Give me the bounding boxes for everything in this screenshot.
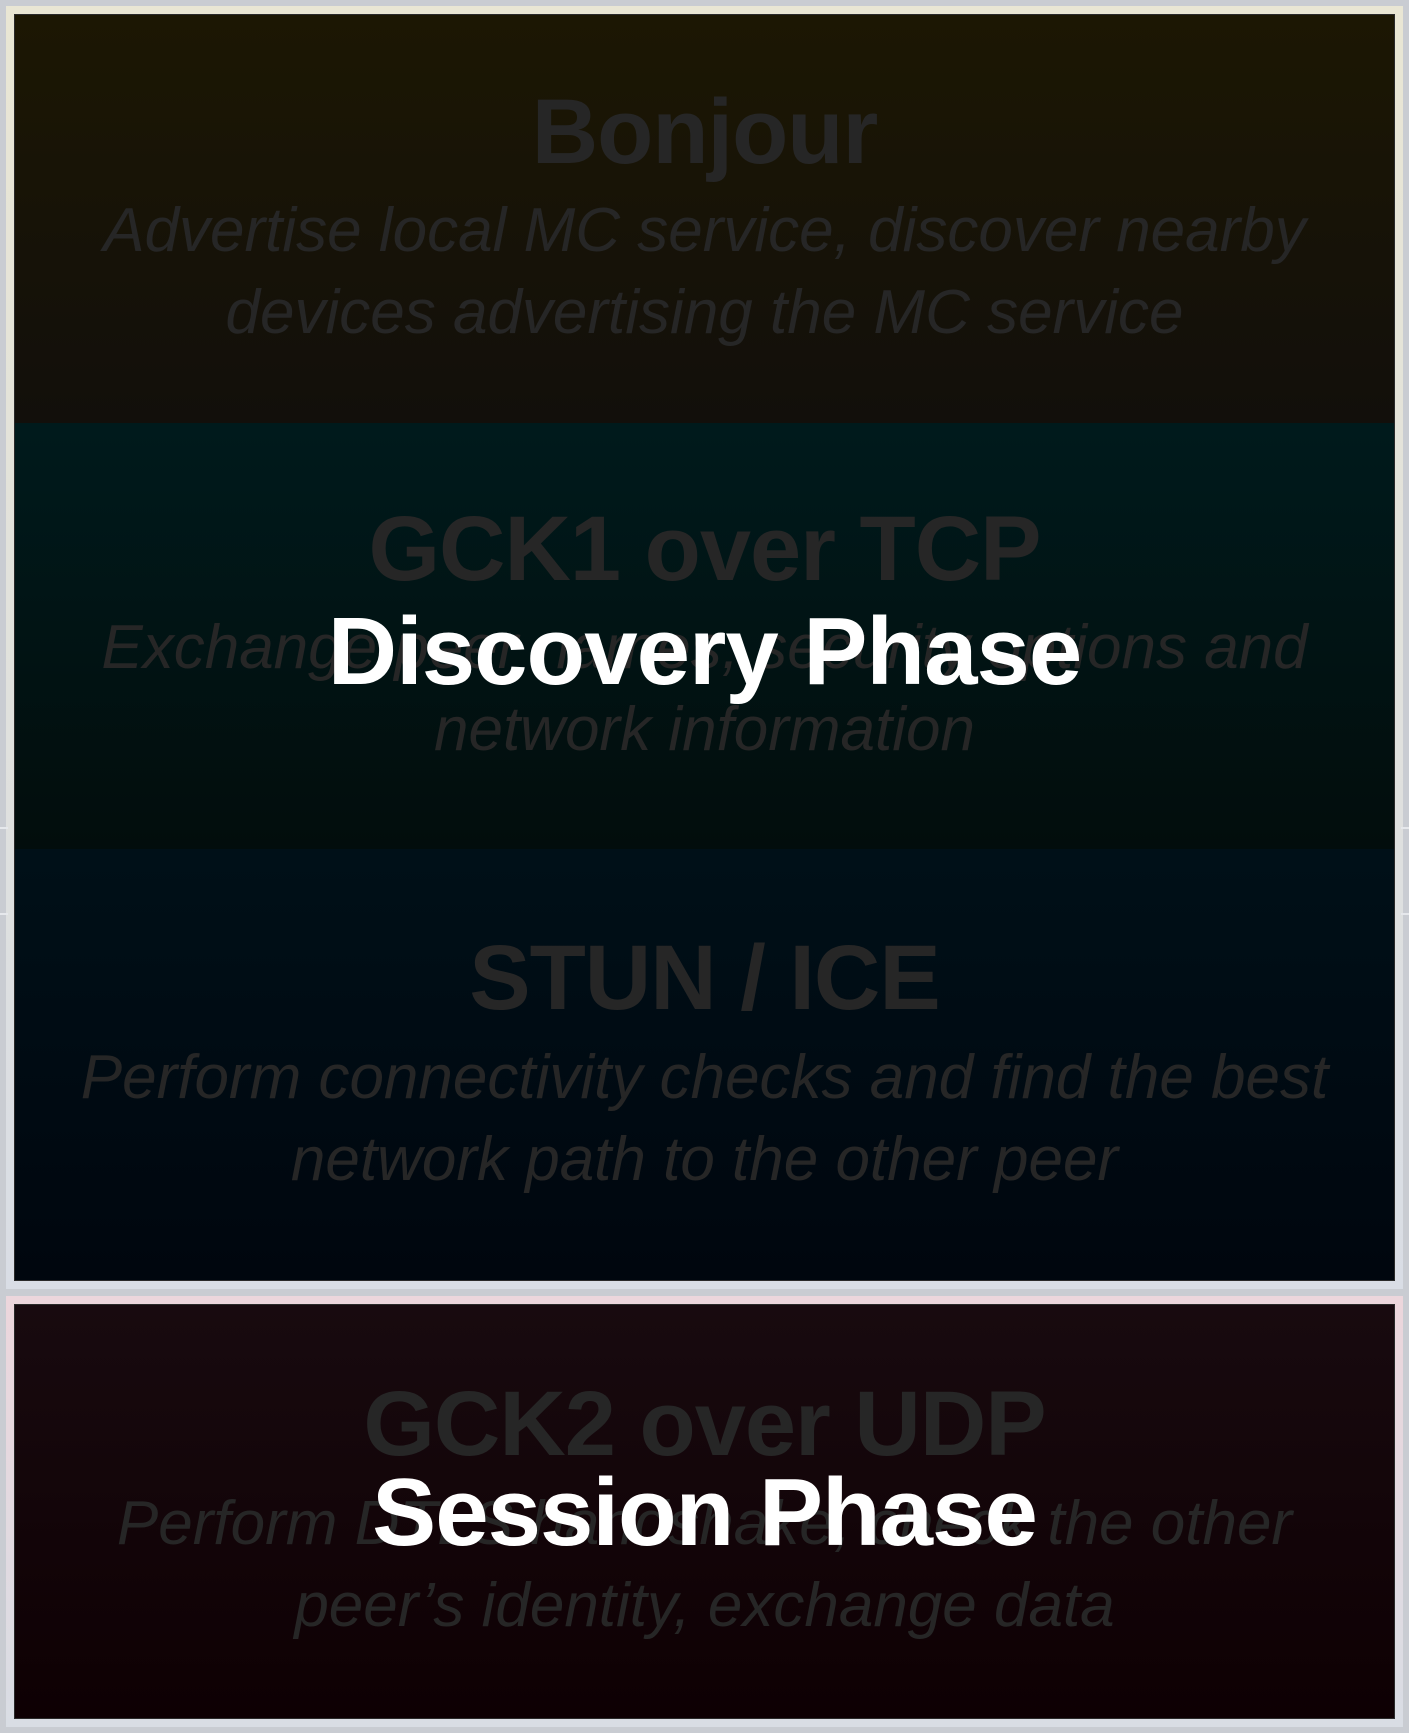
left-divider-tick xyxy=(0,913,8,915)
layer-title-bonjour: Bonjour xyxy=(531,80,879,183)
left-divider-tick xyxy=(0,827,8,829)
layer-title-stun-ice: STUN / ICE xyxy=(469,927,940,1030)
right-divider-tick xyxy=(1401,827,1409,829)
layer-description-stun-ice: Perform connectivity checks and find the… xyxy=(80,1042,1329,1194)
discovery-phase-label: Discovery Phase xyxy=(327,598,1082,705)
layer-description-bonjour: Advertise local MC service, discover nea… xyxy=(103,196,1306,348)
session-phase-label: Session Phase xyxy=(372,1459,1038,1566)
layer-title-gck1: GCK1 over TCP xyxy=(368,497,1041,600)
right-divider-tick xyxy=(1401,913,1409,915)
layer-bonjour: Bonjour Advertise local MC service, disc… xyxy=(15,15,1394,423)
layer-stun-ice: STUN / ICE Perform connectivity checks a… xyxy=(15,849,1394,1280)
